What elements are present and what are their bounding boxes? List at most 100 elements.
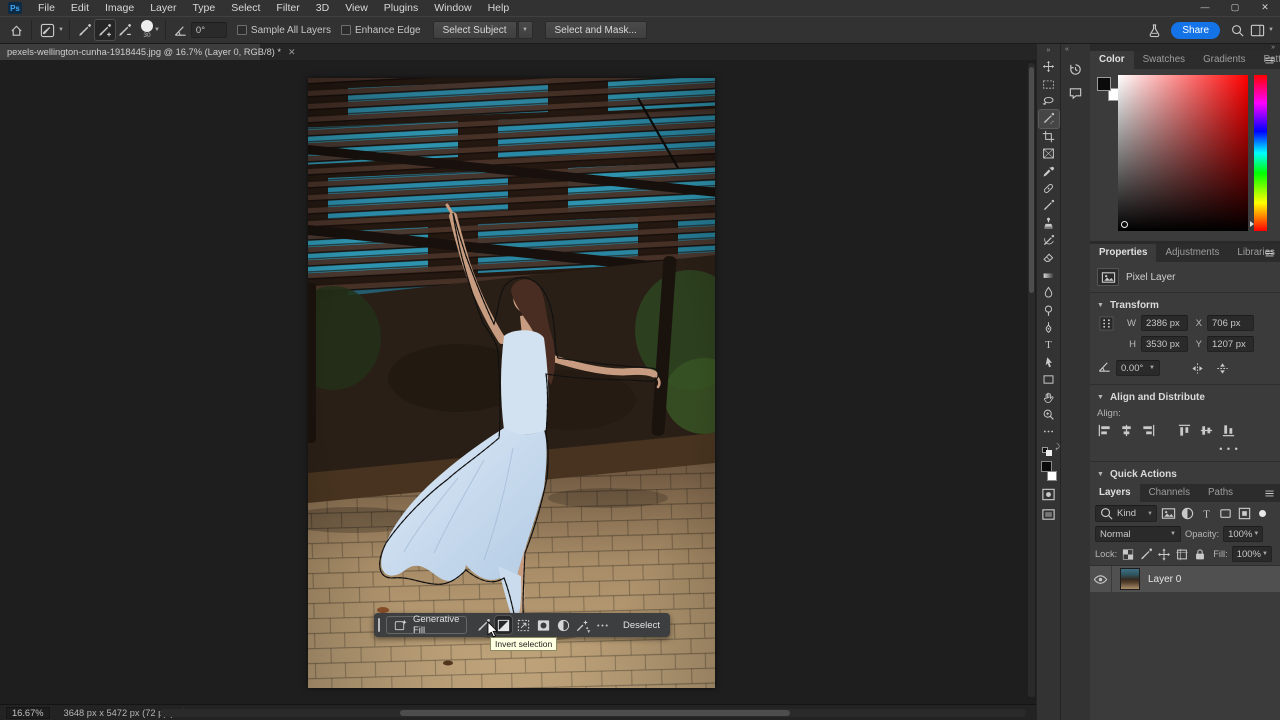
align-center-horizontal-button[interactable]: [1119, 423, 1134, 438]
history-panel-icon[interactable]: [1065, 58, 1087, 80]
select-subject-button[interactable]: Select Subject: [433, 21, 517, 39]
blend-mode-dropdown[interactable]: Normal▼: [1095, 526, 1181, 542]
menu-item-file[interactable]: File: [30, 0, 63, 16]
align-right-button[interactable]: [1141, 423, 1156, 438]
saturation-brightness-box[interactable]: [1118, 75, 1248, 231]
lasso-tool[interactable]: [1039, 93, 1059, 110]
align-left-button[interactable]: [1097, 423, 1112, 438]
vertical-scrollbar-thumb[interactable]: [1029, 67, 1034, 293]
more-options-button[interactable]: [594, 616, 611, 634]
tab-properties[interactable]: Properties: [1090, 244, 1156, 262]
generative-fill-button[interactable]: Generative Fill: [386, 616, 467, 634]
maximize-button[interactable]: ▢: [1220, 0, 1250, 16]
layer-row[interactable]: Layer 0: [1090, 566, 1280, 592]
rotation-angle-field[interactable]: 0.00°▼: [1116, 360, 1160, 376]
foreground-background-color-swatches[interactable]: [1039, 461, 1059, 481]
background-color-swatch[interactable]: [1047, 471, 1057, 481]
brush-size-caret-icon[interactable]: ▼: [154, 27, 160, 33]
width-field[interactable]: 2386 px: [1141, 315, 1188, 331]
close-button[interactable]: ✕: [1250, 0, 1280, 16]
panel-menu-icon[interactable]: [1263, 54, 1276, 67]
path-select-tool[interactable]: [1039, 354, 1059, 371]
add-selection-brush-mode-button[interactable]: [95, 20, 115, 40]
screen-mode-button[interactable]: [1039, 506, 1059, 523]
lock-transparent-pixels-button[interactable]: [1121, 546, 1135, 562]
default-colors-icon[interactable]: ⤸: [1042, 447, 1056, 457]
filter-toggle-icon[interactable]: [1259, 510, 1266, 517]
home-button[interactable]: [6, 20, 26, 40]
reference-point-widget[interactable]: [1099, 316, 1119, 350]
menu-item-3d[interactable]: 3D: [308, 0, 337, 16]
tab-channels[interactable]: Channels: [1140, 484, 1199, 502]
horizontal-scrollbar-thumb[interactable]: [400, 710, 790, 716]
filter-type-layers-button[interactable]: T: [1198, 506, 1214, 522]
hue-marker-icon[interactable]: [1250, 221, 1254, 227]
healing-brush-tool[interactable]: [1039, 180, 1059, 197]
lock-artboard-button[interactable]: [1175, 546, 1189, 562]
tab-gradients[interactable]: Gradients: [1194, 51, 1254, 69]
menu-item-view[interactable]: View: [337, 0, 376, 16]
height-field[interactable]: 3530 px: [1141, 336, 1188, 352]
hand-tool[interactable]: [1039, 388, 1059, 405]
create-mask-button[interactable]: [535, 616, 552, 634]
frame-tool[interactable]: [1039, 145, 1059, 162]
tab-color[interactable]: Color: [1090, 51, 1134, 69]
new-selection-brush-mode-button[interactable]: [75, 20, 95, 40]
workspace-switcher-button[interactable]: ▼: [1247, 20, 1274, 40]
taskbar-grip-handle[interactable]: [378, 618, 380, 632]
filter-adjustment-layers-button[interactable]: [1179, 506, 1195, 522]
enhance-edge-checkbox[interactable]: Enhance Edge: [341, 25, 421, 36]
flip-vertical-button[interactable]: [1215, 361, 1230, 376]
document-tab[interactable]: pexels-wellington-cunha-1918445.jpg @ 16…: [0, 44, 260, 60]
edit-toolbar[interactable]: [1039, 423, 1059, 440]
panel-menu-icon[interactable]: [1263, 487, 1276, 500]
align-middle-vertical-button[interactable]: [1199, 423, 1214, 438]
select-and-mask-button[interactable]: Select and Mask...: [545, 21, 647, 39]
search-icon[interactable]: [1227, 20, 1247, 40]
horizontal-scrollbar[interactable]: [160, 709, 1026, 717]
lock-position-button[interactable]: [1157, 546, 1171, 562]
panel-menu-icon[interactable]: [1263, 247, 1276, 260]
pen-tool[interactable]: [1039, 319, 1059, 336]
tab-layers[interactable]: Layers: [1090, 484, 1140, 502]
align-section-header[interactable]: ▼Align and Distribute: [1090, 388, 1280, 407]
quick-mask-button[interactable]: [1039, 486, 1059, 503]
sample-all-layers-checkbox[interactable]: Sample All Layers: [237, 25, 331, 36]
menu-item-filter[interactable]: Filter: [268, 0, 307, 16]
minimize-button[interactable]: —: [1190, 0, 1220, 16]
subtract-selection-brush-mode-button[interactable]: [115, 20, 135, 40]
dodge-tool[interactable]: [1039, 301, 1059, 318]
menu-item-edit[interactable]: Edit: [63, 0, 97, 16]
brush-angle-field[interactable]: 0°: [191, 22, 227, 38]
rectangular-marquee-tool[interactable]: [1039, 75, 1059, 92]
shape-tool[interactable]: [1039, 371, 1059, 388]
tab-adjustments[interactable]: Adjustments: [1156, 244, 1228, 262]
menu-item-type[interactable]: Type: [184, 0, 223, 16]
type-tool[interactable]: T: [1039, 336, 1059, 353]
chevrons-left-icon[interactable]: «: [1061, 44, 1069, 56]
deselect-button[interactable]: Deselect: [619, 620, 664, 631]
foreground-color-swatch[interactable]: [1041, 461, 1052, 472]
blur-tool[interactable]: [1039, 284, 1059, 301]
tool-preset-button[interactable]: ▼: [37, 20, 64, 40]
clone-stamp-tool[interactable]: [1039, 215, 1059, 232]
create-adjustment-button[interactable]: [555, 616, 572, 634]
transform-section-header[interactable]: ▼Transform: [1090, 296, 1280, 315]
align-top-button[interactable]: [1177, 423, 1192, 438]
color-picker-marker-icon[interactable]: [1121, 221, 1128, 228]
chevrons-right-icon[interactable]: »: [1090, 44, 1280, 51]
layer-visibility-toggle[interactable]: [1090, 566, 1112, 592]
zoom-level-field[interactable]: 16.67%: [6, 707, 50, 719]
menu-item-plugins[interactable]: Plugins: [376, 0, 426, 16]
brush-size-picker[interactable]: 30: [141, 20, 153, 40]
generative-tools-button[interactable]: ▼: [574, 616, 591, 634]
y-position-field[interactable]: 1207 px: [1207, 336, 1254, 352]
opacity-field[interactable]: 100%▼: [1223, 526, 1263, 542]
align-bottom-button[interactable]: [1221, 423, 1236, 438]
menu-item-select[interactable]: Select: [223, 0, 268, 16]
move-tool[interactable]: [1039, 58, 1059, 75]
layer-thumbnail[interactable]: [1120, 568, 1140, 590]
quick-actions-section-header[interactable]: ▼Quick Actions: [1090, 465, 1280, 484]
transform-selection-button[interactable]: [515, 616, 532, 634]
menu-item-window[interactable]: Window: [426, 0, 479, 16]
